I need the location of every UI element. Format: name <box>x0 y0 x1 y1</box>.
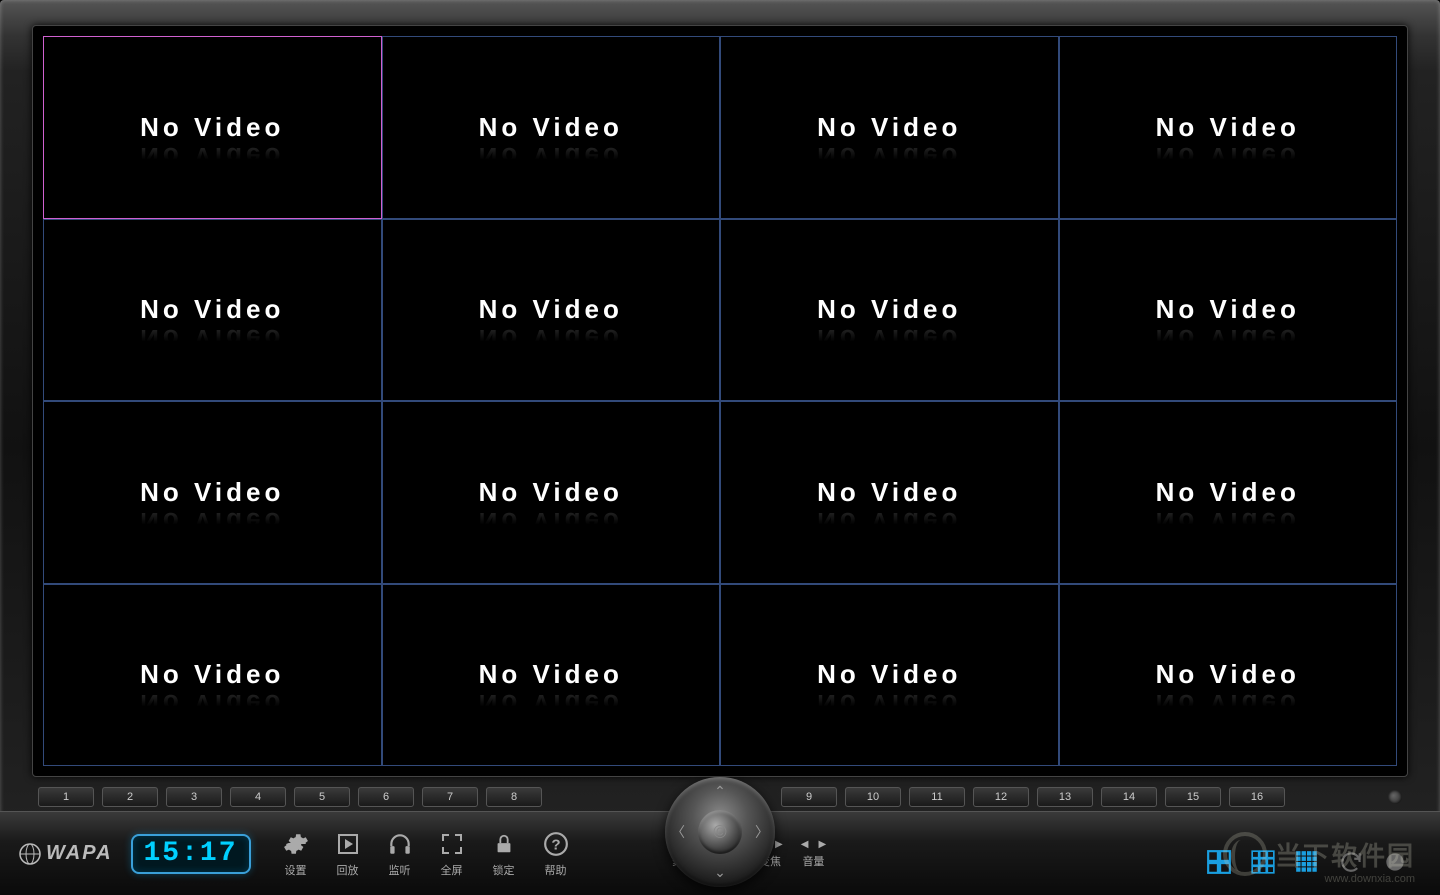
headphones-icon <box>385 829 415 859</box>
monitor-label: 监听 <box>389 862 411 878</box>
video-grid: No Video No Video No Video No Video No Video… <box>32 25 1408 777</box>
brand-logo: WAPA <box>18 842 113 866</box>
playback-button[interactable]: 回放 <box>333 829 363 878</box>
ptz-up-button[interactable]: ⌃ <box>714 783 726 800</box>
ptz-left-button[interactable]: 〈 <box>671 822 685 842</box>
channel-button-13[interactable]: 13 <box>1037 787 1093 807</box>
video-cell-16[interactable]: No Video <box>1059 584 1398 767</box>
channel-button-1[interactable]: 1 <box>38 787 94 807</box>
video-cell-text: No Video <box>1156 477 1300 508</box>
video-cell-1[interactable]: No Video <box>43 36 382 219</box>
playback-label: 回放 <box>337 862 359 878</box>
channel-button-10[interactable]: 10 <box>845 787 901 807</box>
video-cell-text: No Video <box>817 659 961 690</box>
video-cell-14[interactable]: No Video <box>382 584 721 767</box>
volume-minus[interactable]: ◀ <box>801 839 809 850</box>
play-icon <box>333 829 363 859</box>
video-cell-text: No Video <box>817 477 961 508</box>
video-cell-5[interactable]: No Video <box>43 219 382 402</box>
video-cell-text: No Video <box>140 659 284 690</box>
channel-button-11[interactable]: 11 <box>909 787 965 807</box>
monitor-button[interactable]: 监听 <box>385 829 415 878</box>
fullscreen-button[interactable]: 全屏 <box>437 829 467 878</box>
lock-label: 锁定 <box>493 862 515 878</box>
cycle-button[interactable] <box>1336 847 1366 877</box>
video-cell-text: No Video <box>479 112 623 143</box>
video-cell-12[interactable]: No Video <box>1059 401 1398 584</box>
video-cell-text: No Video <box>817 112 961 143</box>
volume-plus[interactable]: ▶ <box>818 839 826 850</box>
brand-text: WAPA <box>46 842 113 865</box>
help-button[interactable]: ? 帮助 <box>541 829 571 878</box>
video-cell-text: No Video <box>1156 294 1300 325</box>
action-buttons: 设置 回放 监听 全屏 <box>281 829 571 878</box>
video-cell-text: No Video <box>140 294 284 325</box>
layout-4-button[interactable] <box>1204 847 1234 877</box>
video-cell-text: No Video <box>140 112 284 143</box>
video-cell-text: No Video <box>479 659 623 690</box>
channel-button-2[interactable]: 2 <box>102 787 158 807</box>
layout-16-button[interactable] <box>1292 847 1322 877</box>
channel-button-3[interactable]: 3 <box>166 787 222 807</box>
question-icon: ? <box>541 829 571 859</box>
layout-buttons <box>1204 847 1410 877</box>
channel-button-12[interactable]: 12 <box>973 787 1029 807</box>
video-cell-text: No Video <box>1156 112 1300 143</box>
channel-button-8[interactable]: 8 <box>486 787 542 807</box>
channel-button-4[interactable]: 4 <box>230 787 286 807</box>
video-cell-13[interactable]: No Video <box>43 584 382 767</box>
svg-text:?: ? <box>551 836 560 853</box>
fullscreen-label: 全屏 <box>441 862 463 878</box>
settings-label: 设置 <box>285 862 307 878</box>
video-cell-6[interactable]: No Video <box>382 219 721 402</box>
channel-button-5[interactable]: 5 <box>294 787 350 807</box>
video-cell-text: No Video <box>479 294 623 325</box>
video-cell-text: No Video <box>1156 659 1300 690</box>
zoom-plus[interactable]: ▶ <box>775 839 783 850</box>
video-cell-15[interactable]: No Video <box>720 584 1059 767</box>
record-button[interactable] <box>1380 847 1410 877</box>
volume-label: 音量 <box>802 853 824 869</box>
video-cell-7[interactable]: No Video <box>720 219 1059 402</box>
video-cell-3[interactable]: No Video <box>720 36 1059 219</box>
volume-control: ◀ ▶ 音量 <box>801 839 826 869</box>
fullscreen-icon <box>437 829 467 859</box>
video-cell-8[interactable]: No Video <box>1059 219 1398 402</box>
video-cell-4[interactable]: No Video <box>1059 36 1398 219</box>
channel-button-7[interactable]: 7 <box>422 787 478 807</box>
channel-group-right: 9 10 11 12 13 14 15 16 <box>781 787 1376 807</box>
channel-button-15[interactable]: 15 <box>1165 787 1221 807</box>
ptz-right-button[interactable]: 〉 <box>755 822 769 842</box>
channel-button-6[interactable]: 6 <box>358 787 414 807</box>
lock-button[interactable]: 锁定 <box>489 829 519 878</box>
lock-icon <box>489 829 519 859</box>
settings-button[interactable]: 设置 <box>281 829 311 878</box>
channel-button-9[interactable]: 9 <box>781 787 837 807</box>
channel-group-left: 12345678 <box>38 787 633 807</box>
channel-button-16[interactable]: 16 <box>1229 787 1285 807</box>
globe-icon <box>18 842 42 866</box>
app-frame: No Video No Video No Video No Video No Video… <box>0 0 1440 895</box>
video-cell-10[interactable]: No Video <box>382 401 721 584</box>
video-cell-2[interactable]: No Video <box>382 36 721 219</box>
power-led-icon <box>1388 790 1402 804</box>
video-cell-9[interactable]: No Video <box>43 401 382 584</box>
help-label: 帮助 <box>545 862 567 878</box>
bottom-toolbar: WAPA 15:17 设置 回放 监听 <box>0 811 1440 895</box>
clock-display: 15:17 <box>131 834 251 874</box>
video-cell-text: No Video <box>479 477 623 508</box>
ptz-center-button[interactable]: © <box>698 810 742 854</box>
video-cell-11[interactable]: No Video <box>720 401 1059 584</box>
ptz-down-button[interactable]: ⌄ <box>714 864 726 881</box>
channel-button-14[interactable]: 14 <box>1101 787 1157 807</box>
ptz-control: ⌃ ⌄ 〈 〉 © <box>665 777 775 887</box>
layout-9-button[interactable] <box>1248 847 1278 877</box>
gear-icon <box>281 829 311 859</box>
video-cell-text: No Video <box>817 294 961 325</box>
video-cell-text: No Video <box>140 477 284 508</box>
